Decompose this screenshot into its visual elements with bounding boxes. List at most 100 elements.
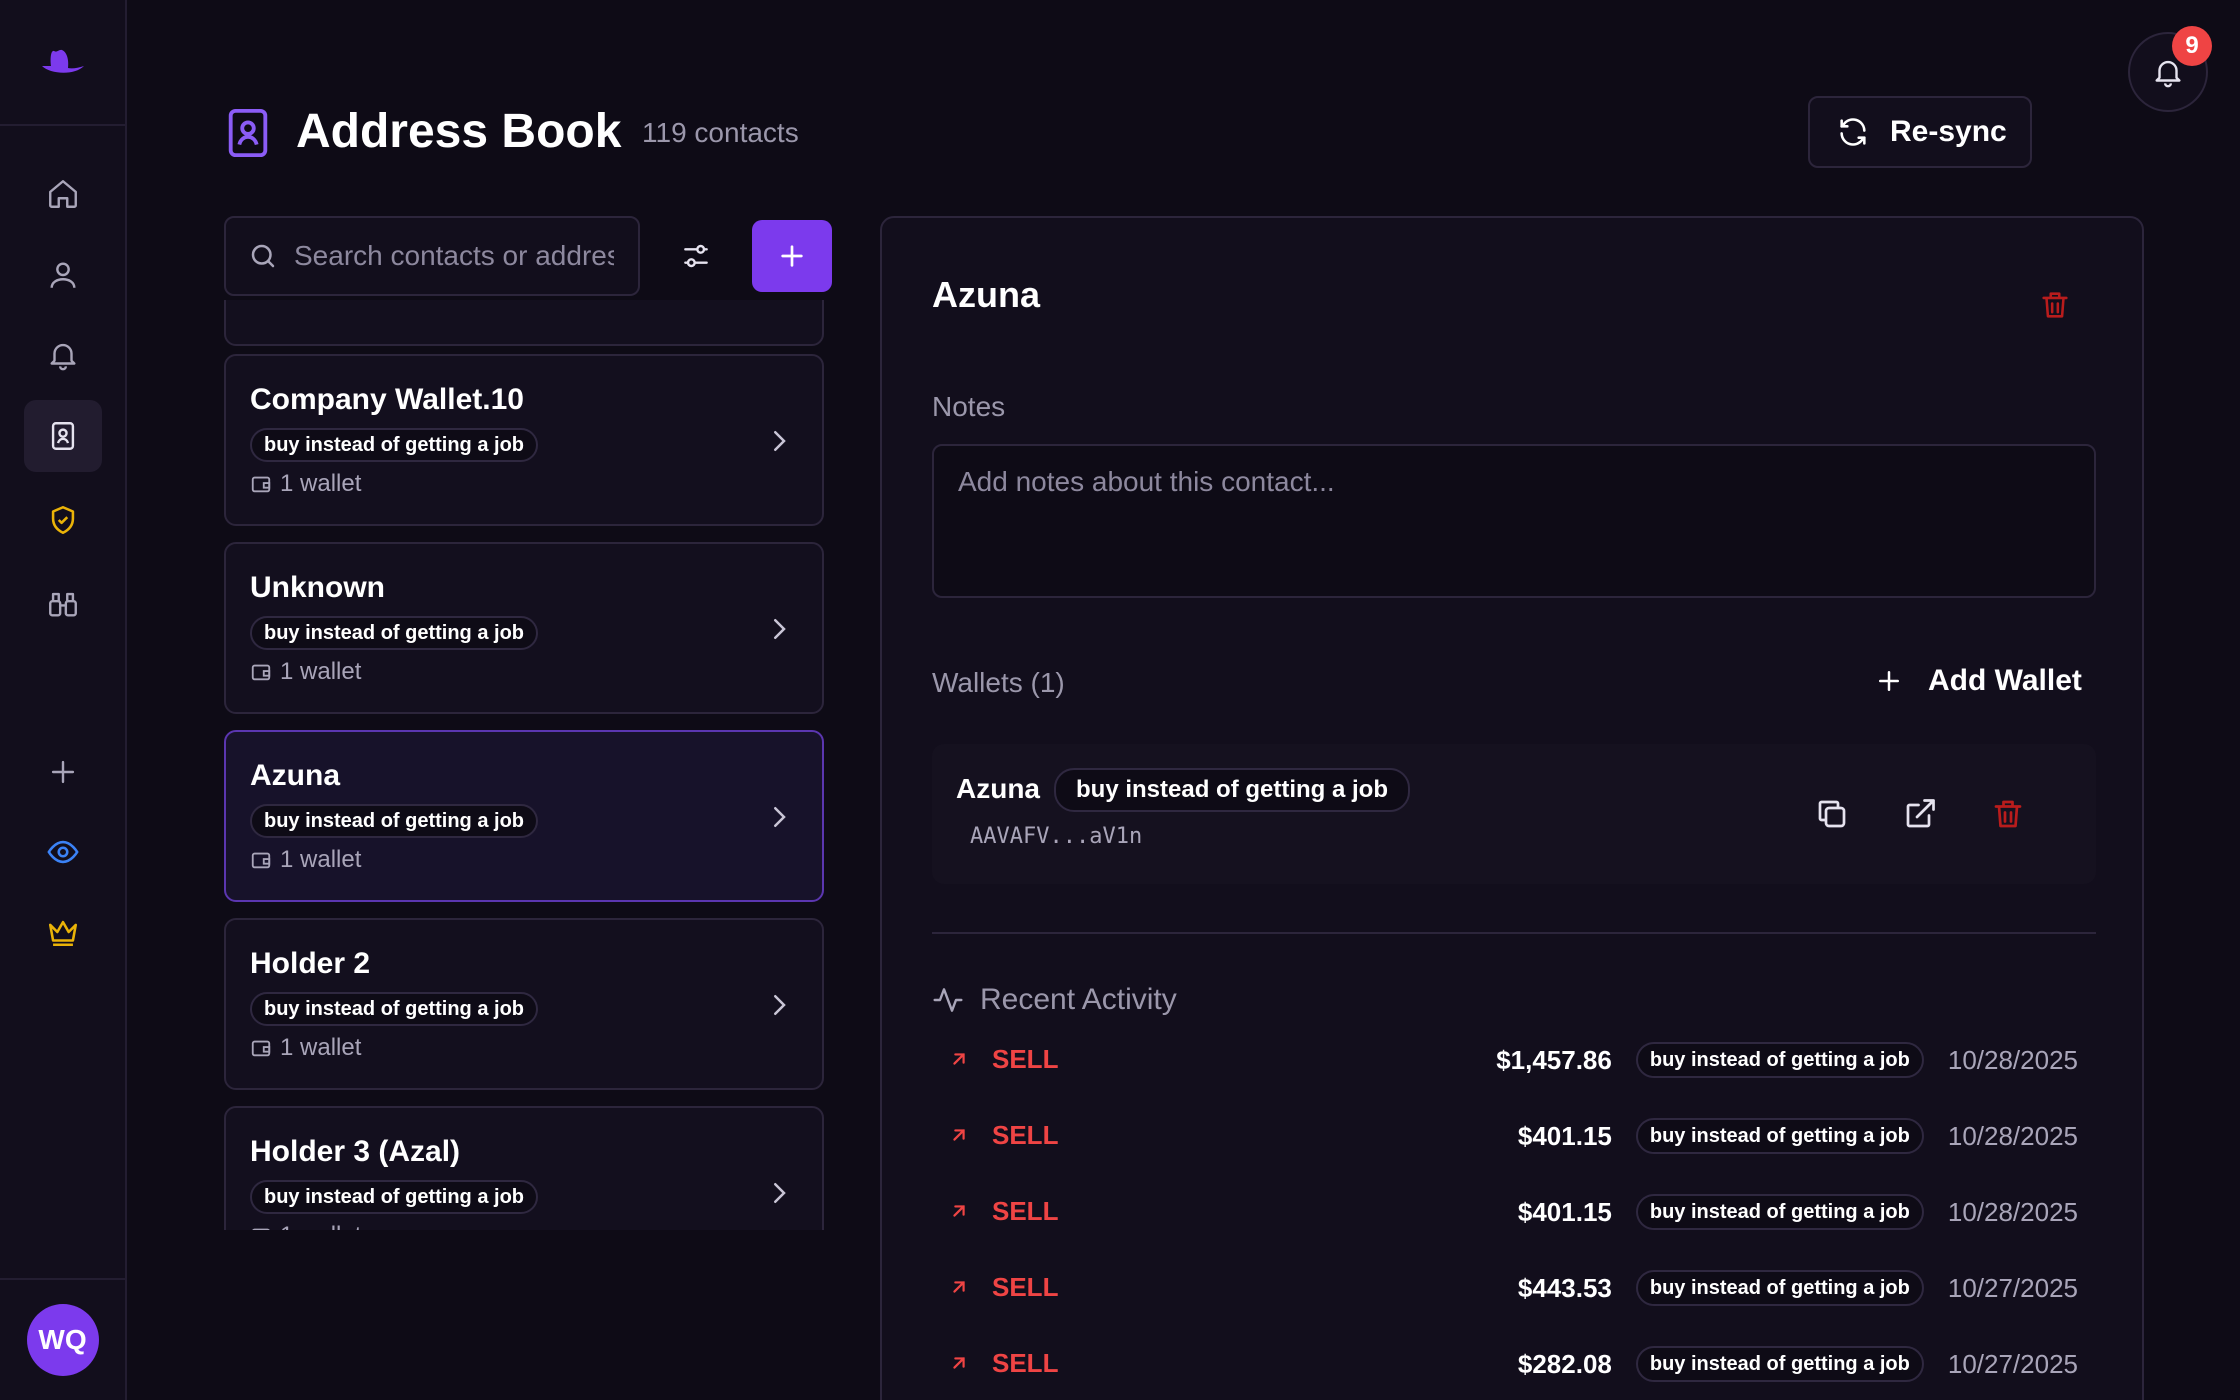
arrow-up-right-icon bbox=[953, 1129, 965, 1141]
activity-tag: buy instead of getting a job bbox=[1635, 1270, 1924, 1306]
sidebar-item-premium[interactable] bbox=[24, 896, 102, 968]
refresh-icon bbox=[1840, 118, 1866, 146]
contact-card[interactable]: Unknown buy instead of getting a job 1 w… bbox=[224, 542, 824, 714]
activity-amount: $401.15 bbox=[1517, 1196, 1612, 1227]
activity-date: 10/27/2025 bbox=[1947, 1348, 2078, 1379]
contacts-count: 119 contacts bbox=[642, 117, 799, 148]
wallet-icon bbox=[252, 1228, 270, 1230]
logo[interactable] bbox=[0, 0, 125, 126]
search-input[interactable] bbox=[294, 240, 614, 272]
hat-logo-icon bbox=[41, 49, 84, 73]
address-book-icon bbox=[228, 108, 268, 158]
activity-row[interactable]: SELL $401.15 buy instead of getting a jo… bbox=[948, 1114, 2078, 1158]
arrow-up-right-icon bbox=[953, 1205, 965, 1217]
wallet-tag: buy instead of getting a job bbox=[1054, 768, 1410, 812]
arrow-up-right-icon bbox=[953, 1281, 965, 1293]
wallet-icon bbox=[251, 852, 271, 869]
crown-icon bbox=[48, 920, 78, 947]
wallet-icon bbox=[251, 1040, 271, 1057]
activity-row[interactable]: SELL $282.08 buy instead of getting a jo… bbox=[948, 1342, 2078, 1386]
sidebar-item-security[interactable] bbox=[24, 484, 102, 556]
external-link-icon[interactable] bbox=[1902, 796, 1938, 832]
sidebar-item-add[interactable] bbox=[24, 736, 102, 808]
activity-tag: buy instead of getting a job bbox=[1635, 1118, 1924, 1154]
notes-field[interactable] bbox=[932, 444, 2096, 598]
activity-date: 10/28/2025 bbox=[1947, 1196, 2078, 1227]
activity-type: SELL bbox=[992, 1196, 1059, 1226]
activity-type: SELL bbox=[992, 1348, 1059, 1378]
plus-icon bbox=[1879, 671, 1899, 691]
filter-button[interactable] bbox=[672, 232, 720, 280]
binoculars-icon bbox=[49, 592, 77, 617]
add-contact-button[interactable] bbox=[752, 220, 832, 292]
recent-activity-header: Recent Activity bbox=[932, 982, 1177, 1018]
chevron-right-icon bbox=[774, 807, 786, 827]
contact-name: Holder 2 bbox=[250, 947, 371, 980]
contact-tag: buy instead of getting a job bbox=[250, 1180, 538, 1214]
resync-button[interactable]: Re-sync bbox=[1808, 96, 2032, 168]
activity-type: SELL bbox=[992, 1044, 1059, 1074]
wallet-row: Azuna buy instead of getting a job AAVAF… bbox=[932, 744, 2096, 884]
contact-detail-panel: Azuna Notes Wallets (1) Add Wallet Azuna… bbox=[880, 216, 2144, 1400]
delete-wallet-icon[interactable] bbox=[1990, 796, 2026, 832]
wallet-name: Azuna bbox=[956, 773, 1040, 804]
activity-amount: $443.53 bbox=[1517, 1272, 1612, 1303]
delete-contact-icon[interactable] bbox=[2038, 288, 2072, 322]
contact-card-selected[interactable]: Azuna buy instead of getting a job 1 wal… bbox=[224, 730, 824, 902]
wallet-count-text: 1 wallet bbox=[280, 846, 362, 873]
profile-area: WQ bbox=[0, 1278, 125, 1400]
wallets-label: Wallets (1) bbox=[932, 667, 1065, 698]
sidebar-item-explore[interactable] bbox=[24, 568, 102, 640]
contact-card[interactable]: Holder 3 (Azal) buy instead of getting a… bbox=[224, 1106, 824, 1230]
wallet-address: AAVAFV...aV1n bbox=[970, 824, 1143, 849]
chevron-right-icon bbox=[774, 619, 786, 639]
sidebar: WQ bbox=[0, 0, 127, 1400]
arrow-up-right-icon bbox=[953, 1053, 965, 1065]
chevron-right-icon bbox=[774, 995, 786, 1015]
activity-icon bbox=[933, 988, 963, 1012]
wallet-count: 1 wallet bbox=[250, 658, 361, 686]
contact-card-partial[interactable] bbox=[224, 300, 824, 346]
user-icon bbox=[50, 262, 76, 288]
resync-label: Re-sync bbox=[1890, 115, 2007, 148]
activity-row[interactable]: SELL $1,457.86 buy instead of getting a … bbox=[948, 1038, 2078, 1082]
shield-check-icon bbox=[51, 505, 75, 535]
contact-name: Azuna bbox=[250, 759, 340, 792]
contact-tag: buy instead of getting a job bbox=[250, 804, 538, 838]
contact-card[interactable]: Company Wallet.10 buy instead of getting… bbox=[224, 354, 824, 526]
add-wallet-button[interactable]: Add Wallet bbox=[1874, 662, 2082, 700]
wallet-count-text: 1 wallet bbox=[280, 470, 362, 497]
wallet-count-text: 1 wallet bbox=[280, 1034, 362, 1061]
avatar[interactable]: WQ bbox=[26, 1304, 99, 1376]
activity-amount: $401.15 bbox=[1517, 1120, 1612, 1151]
eye-icon bbox=[47, 840, 79, 864]
wallet-count-text: 1 wallet bbox=[280, 658, 362, 685]
recent-activity-title: Recent Activity bbox=[980, 983, 1177, 1016]
sidebar-item-home[interactable] bbox=[24, 158, 102, 230]
activity-row[interactable]: SELL $443.53 buy instead of getting a jo… bbox=[948, 1266, 2078, 1310]
activity-type: SELL bbox=[992, 1272, 1059, 1302]
add-wallet-label: Add Wallet bbox=[1928, 664, 2082, 697]
wallet-count: 1 wallet bbox=[250, 1034, 361, 1062]
home-icon bbox=[49, 180, 77, 208]
contact-list[interactable]: Company Wallet.10 buy instead of getting… bbox=[224, 300, 824, 1230]
copy-icon[interactable] bbox=[1814, 796, 1850, 832]
sidebar-item-alerts[interactable] bbox=[24, 319, 102, 391]
chevron-right-icon bbox=[774, 431, 786, 451]
activity-amount: $282.08 bbox=[1517, 1348, 1612, 1379]
wallet-count: 1 wallet bbox=[250, 1222, 361, 1230]
contact-card[interactable]: Holder 2 buy instead of getting a job 1 … bbox=[224, 918, 824, 1090]
plus-icon bbox=[51, 760, 75, 784]
contact-tag: buy instead of getting a job bbox=[250, 616, 538, 650]
chevron-right-icon bbox=[774, 1183, 786, 1203]
activity-date: 10/28/2025 bbox=[1947, 1120, 2078, 1151]
contact-name: Company Wallet.10 bbox=[250, 383, 524, 416]
contact-detail-name: Azuna bbox=[932, 274, 1040, 315]
sidebar-item-contacts[interactable] bbox=[24, 239, 102, 311]
activity-tag: buy instead of getting a job bbox=[1635, 1042, 1924, 1078]
activity-amount: $1,457.86 bbox=[1496, 1044, 1612, 1075]
activity-row[interactable]: SELL $401.15 buy instead of getting a jo… bbox=[948, 1190, 2078, 1234]
sliders-icon bbox=[684, 244, 708, 268]
sidebar-item-address-book[interactable] bbox=[24, 400, 102, 472]
sidebar-item-watch[interactable] bbox=[24, 816, 102, 888]
